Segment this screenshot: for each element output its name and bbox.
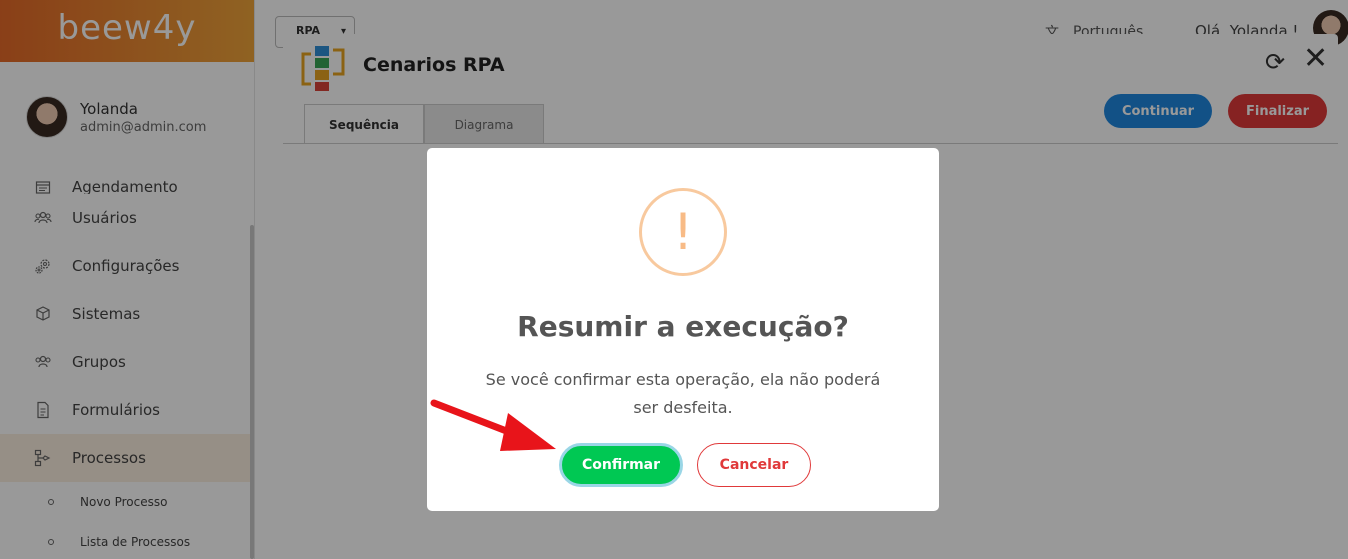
- confirm-button[interactable]: Confirmar: [559, 443, 683, 487]
- warning-icon: !: [639, 188, 727, 276]
- confirm-dialog: ! Resumir a execução? Se você confirmar …: [427, 148, 939, 511]
- cancel-button[interactable]: Cancelar: [697, 443, 811, 487]
- warning-glyph: !: [672, 203, 694, 261]
- red-arrow-annotation: [430, 399, 556, 451]
- dialog-title: Resumir a execução?: [517, 310, 849, 343]
